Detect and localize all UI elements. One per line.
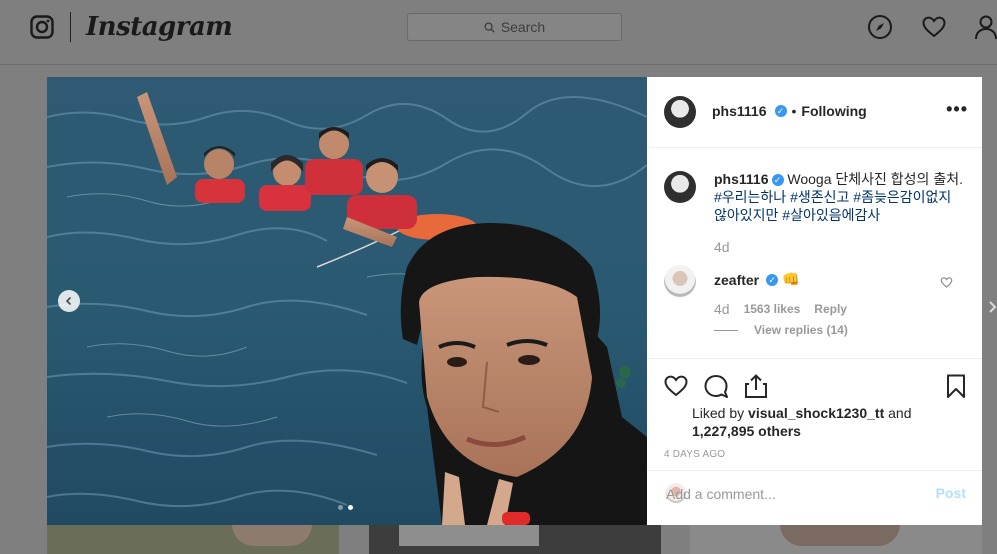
verified-badge-icon: ✓ xyxy=(774,105,787,117)
replies-line xyxy=(714,329,738,331)
view-replies[interactable]: View replies (14) xyxy=(714,323,848,337)
post-actions: Liked by visual_shock1230_tt and 1,227,8… xyxy=(647,358,982,503)
comment-meta: 4d 1563 likes Reply xyxy=(714,301,847,317)
author-avatar[interactable] xyxy=(664,96,696,128)
caption: phs1116 ✓ Wooga 단체사진 합성의 출처. #우리는하나 #생존신고… xyxy=(714,170,964,224)
verified-badge-icon: ✓ xyxy=(766,273,779,286)
likes-count[interactable]: 1,227,895 others xyxy=(692,423,801,439)
verified-badge-icon: ✓ xyxy=(771,174,784,187)
hashtag-link[interactable]: #생존신고 xyxy=(790,189,849,205)
caption-age: 4d xyxy=(714,239,730,255)
instagram-logo-icon[interactable] xyxy=(30,15,54,39)
comments-section: phs1116 ✓ Wooga 단체사진 합성의 출처. #우리는하나 #생존신고… xyxy=(647,148,982,358)
comment-like-heart-icon[interactable] xyxy=(940,276,953,289)
comment-avatar[interactable] xyxy=(664,265,696,297)
comment-username[interactable]: zeafter xyxy=(714,272,759,288)
compass-icon[interactable] xyxy=(867,14,893,40)
heart-icon[interactable] xyxy=(921,14,947,40)
caption-avatar[interactable] xyxy=(664,171,696,203)
grid-thumbnail[interactable] xyxy=(369,524,661,554)
following-button[interactable]: Following xyxy=(801,103,866,119)
more-options-icon[interactable]: ••• xyxy=(946,99,968,120)
post-comment-button[interactable]: Post xyxy=(936,485,966,501)
follow-separator: • xyxy=(791,103,797,119)
post-timestamp: 4 DAYS AGO xyxy=(664,449,726,460)
add-comment-input[interactable] xyxy=(664,483,918,505)
caption-username[interactable]: phs1116 xyxy=(714,171,769,187)
post-header: phs1116 ✓ • Following ••• xyxy=(647,77,982,148)
search-box[interactable]: Search xyxy=(407,13,622,41)
like-heart-icon[interactable] xyxy=(663,373,689,399)
reply-button[interactable]: Reply xyxy=(814,302,847,316)
caption-text: Wooga 단체사진 합성의 출처. xyxy=(787,171,963,187)
view-replies-button[interactable]: View replies (14) xyxy=(754,323,848,337)
comment-age: 4d xyxy=(714,301,730,317)
hashtag-link[interactable]: #살아있음에감사 xyxy=(782,207,880,223)
add-comment-bar: Post xyxy=(647,470,982,526)
instagram-wordmark[interactable]: Instagram xyxy=(86,12,233,42)
post-image xyxy=(47,77,647,525)
search-icon xyxy=(484,21,495,33)
hashtag-link[interactable]: #우리는하나 xyxy=(714,189,786,205)
logo-divider xyxy=(70,12,71,42)
carousel-dot xyxy=(338,505,343,510)
carousel-previous-button[interactable] xyxy=(58,290,80,312)
comment-text: 👊 xyxy=(782,271,800,287)
comment: zeafter ✓ 👊 xyxy=(714,271,800,288)
share-icon[interactable] xyxy=(743,373,769,399)
bookmark-icon[interactable] xyxy=(943,373,969,399)
liked-by-username[interactable]: visual_shock1230_tt xyxy=(748,405,884,421)
comment-likes[interactable]: 1563 likes xyxy=(744,302,801,316)
top-navigation-bar: Instagram Search xyxy=(0,0,997,65)
liked-by-text: Liked by visual_shock1230_tt and 1,227,8… xyxy=(692,405,912,439)
comment-bubble-icon[interactable] xyxy=(703,373,729,399)
profile-icon[interactable] xyxy=(973,14,997,40)
chevron-right-icon[interactable] xyxy=(988,300,997,314)
post-details-panel: phs1116 ✓ • Following ••• phs1116 ✓ Wooga… xyxy=(647,77,982,525)
grid-thumbnail[interactable] xyxy=(47,524,339,554)
carousel-dot-active xyxy=(348,505,353,510)
post-photo[interactable] xyxy=(47,77,647,525)
search-placeholder: Search xyxy=(500,19,546,35)
grid-thumbnail[interactable] xyxy=(690,524,982,554)
author-username[interactable]: phs1116 xyxy=(712,103,767,119)
chevron-left-icon xyxy=(65,296,72,306)
